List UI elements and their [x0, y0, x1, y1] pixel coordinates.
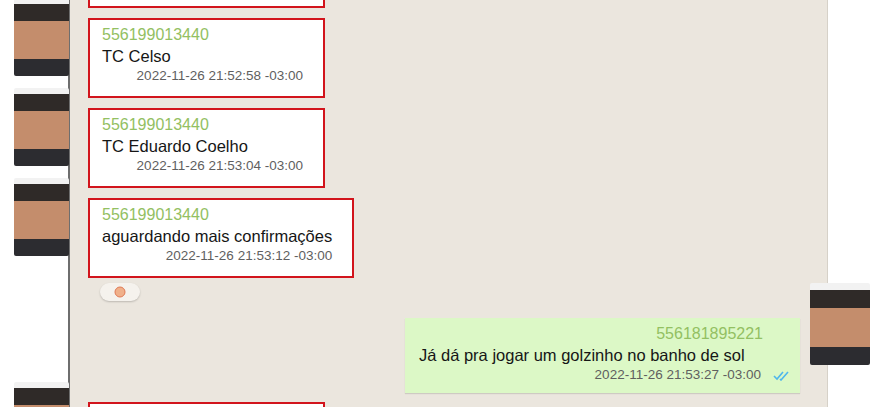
- message-line: 556199013440aguardando mais confirmações…: [0, 178, 888, 268]
- message-line: 556199013440TC Eduardo Coelho2022-11-26 …: [0, 88, 888, 178]
- message-footer: 2022-11-26 21:53:27 -03:00: [419, 366, 790, 384]
- sender-number: 556199013440: [102, 115, 303, 135]
- sender-number: 556181895221: [419, 324, 790, 344]
- sender-number: 556199013440: [102, 25, 303, 45]
- message-row: [0, 268, 888, 301]
- message-text: TC Celso: [102, 45, 303, 67]
- avatar-photo[interactable]: [14, 178, 69, 256]
- avatar-photo[interactable]: [810, 283, 870, 365]
- message-row: 556199013440aguardando mais confirmações…: [0, 178, 888, 268]
- message-text: aguardando mais confirmações: [102, 225, 332, 247]
- avatar-photo[interactable]: [14, 88, 69, 166]
- emoji-icon: [114, 286, 126, 298]
- avatar-photo[interactable]: [14, 382, 69, 407]
- message-time: 2022-11-26 21:53:27 -03:00: [582, 366, 761, 384]
- message-time: 2022-11-26 21:53:12 -03:00: [153, 247, 332, 265]
- chat-panel: 556199013440TC Celso2022-11-26 21:52:58 …: [0, 0, 888, 407]
- message-bubble[interactable]: 556181895221Já dá pra jogar um golzinho …: [405, 318, 800, 393]
- message-footer: 2022-11-26 21:52:58 -03:00: [102, 67, 303, 85]
- message-text: Já dá pra jogar um golzinho no banho de …: [419, 344, 790, 366]
- message-line: 556199013440TC Celso2022-11-26 21:52:58 …: [0, 0, 888, 88]
- message-footer: 2022-11-26 21:53:04 -03:00: [102, 157, 303, 175]
- message-time: 2022-11-26 21:53:04 -03:00: [124, 157, 303, 175]
- avatar-photo[interactable]: [14, 0, 69, 76]
- message-text: TC Eduardo Coelho: [102, 135, 303, 157]
- reaction-bubble[interactable]: [100, 283, 140, 301]
- message-line: [0, 382, 888, 407]
- sender-number: 556199013440: [102, 205, 332, 225]
- message-footer: 2022-11-26 21:53:12 -03:00: [102, 247, 332, 265]
- message-bubble[interactable]: 556199013440aguardando mais confirmações…: [88, 198, 354, 278]
- read-ticks-icon: [773, 370, 790, 381]
- message-row: 556199013440TC Celso2022-11-26 21:52:58 …: [0, 0, 888, 88]
- message-time: 2022-11-26 21:52:58 -03:00: [124, 67, 303, 85]
- message-bubble[interactable]: 556199013440TC Eduardo Coelho2022-11-26 …: [88, 108, 325, 188]
- message-row: 556181895221Já dá pra jogar um golzinho …: [0, 301, 888, 382]
- message-bubble[interactable]: 556199013440TC Celso2022-11-26 21:52:58 …: [88, 18, 325, 98]
- message-line: 556181895221Já dá pra jogar um golzinho …: [0, 301, 888, 382]
- message-bubble[interactable]: [88, 402, 325, 407]
- message-row: 556199013440TC Eduardo Coelho2022-11-26 …: [0, 88, 888, 178]
- message-bubble[interactable]: [88, 0, 325, 8]
- message-row: [0, 382, 888, 407]
